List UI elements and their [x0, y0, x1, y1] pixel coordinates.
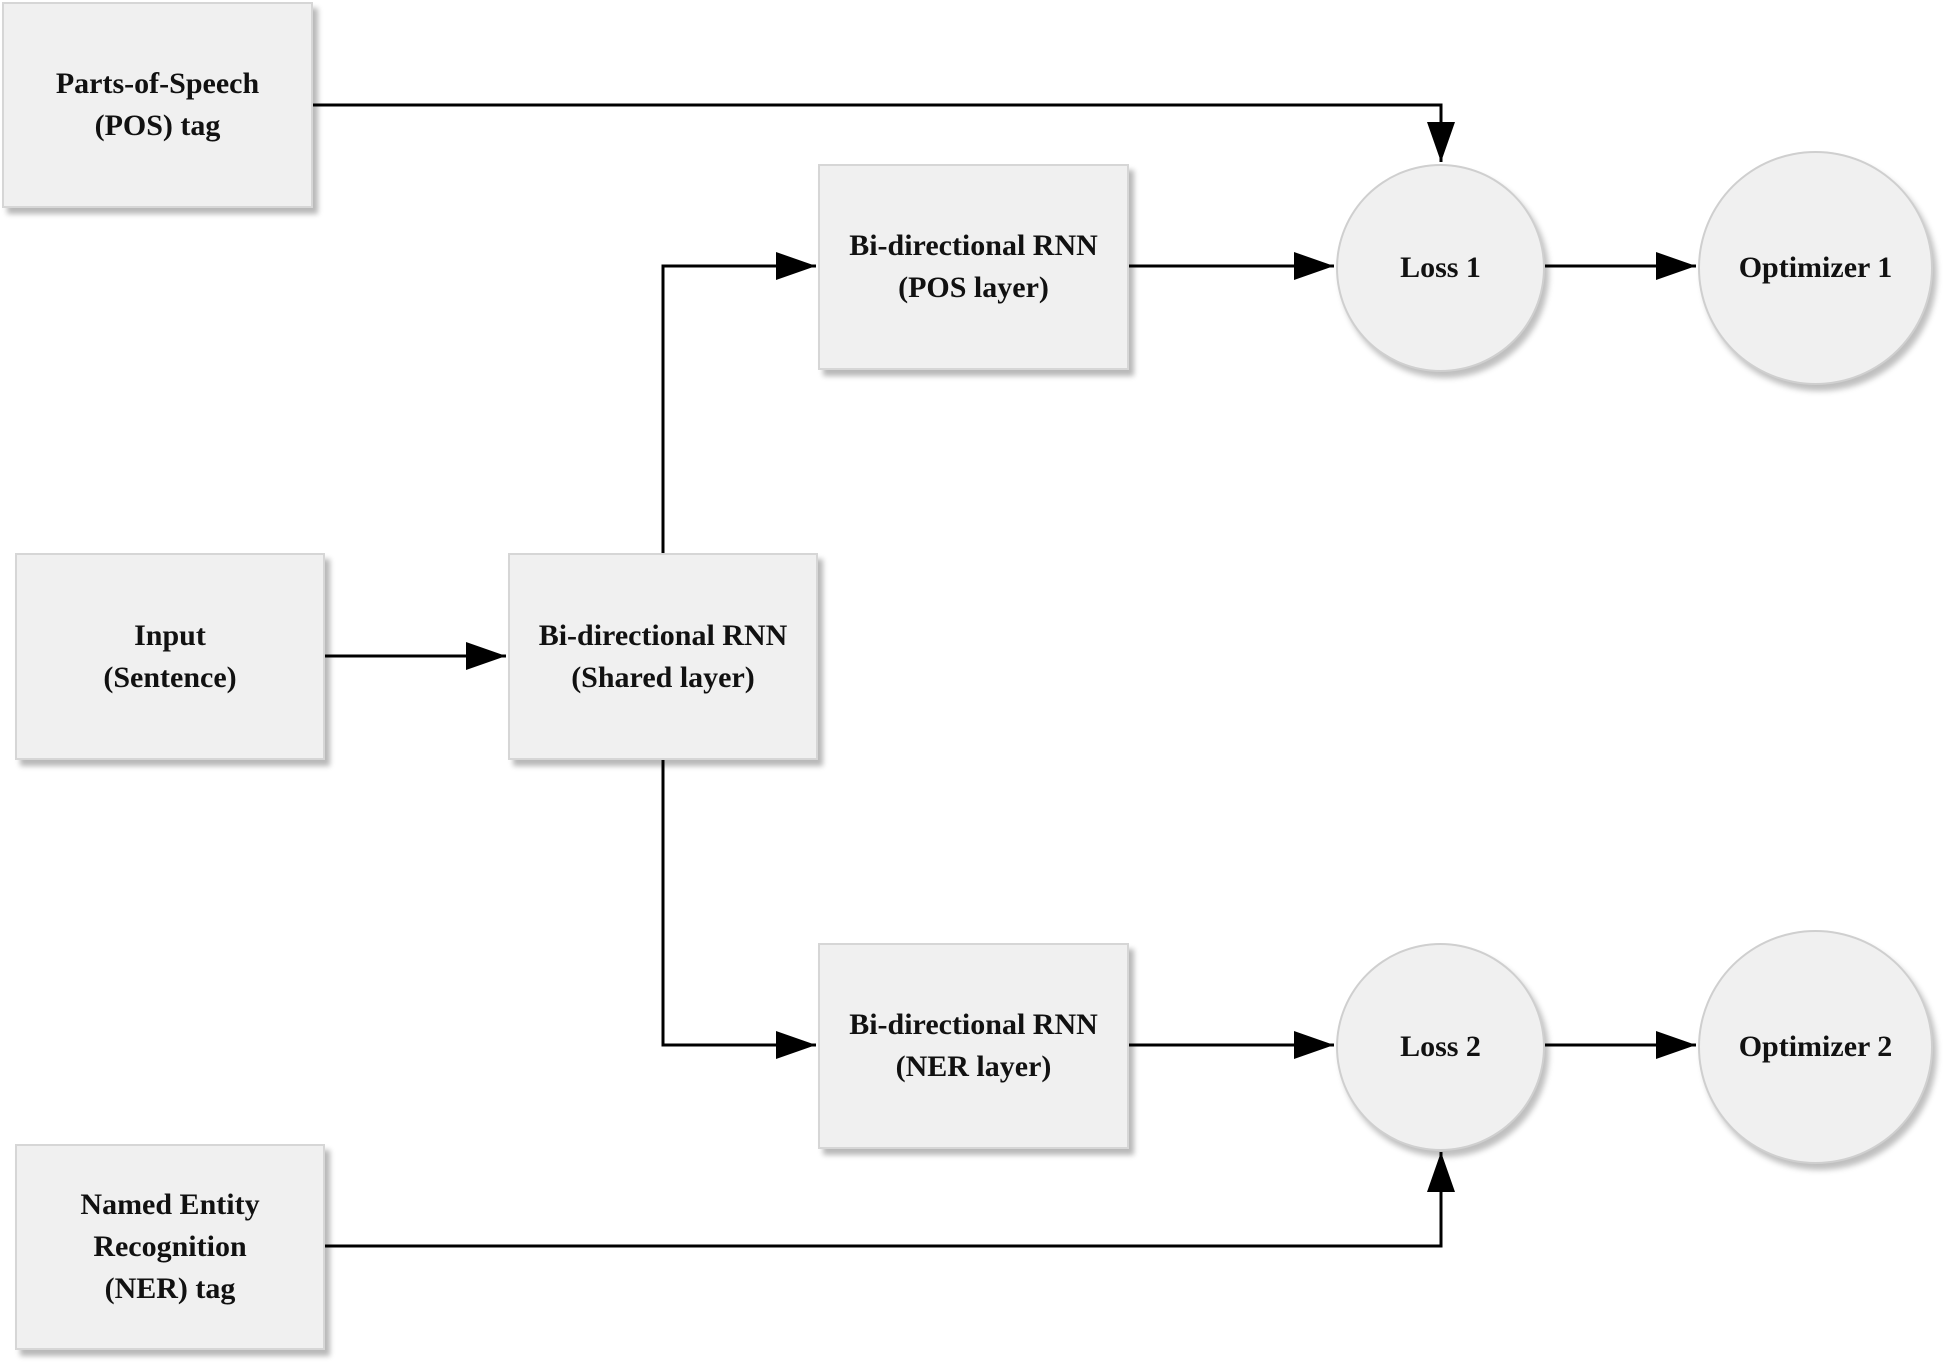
pos-layer-label-1: Bi-directional RNN [849, 229, 1098, 262]
ner-layer-node: Bi-directional RNN (NER layer) [818, 943, 1129, 1149]
ner-tag-label-2: Recognition [93, 1230, 247, 1263]
edge-pos-tag-to-loss1 [313, 103, 1455, 162]
loss2-label: Loss 2 [1400, 1030, 1481, 1063]
edge-shared-to-pos-layer [661, 252, 816, 553]
pos-tag-node: Parts-of-Speech (POS) tag [2, 2, 313, 208]
edge-ner-tag-to-loss2 [325, 1152, 1455, 1248]
pos-tag-label-1: Parts-of-Speech [55, 67, 260, 100]
optimizer1-label: Optimizer 1 [1738, 251, 1893, 284]
shared-label-2: (Shared layer) [571, 660, 755, 694]
optimizer2-label: Optimizer 2 [1738, 1030, 1893, 1063]
ner-layer-label-2: (NER layer) [895, 1050, 1052, 1083]
shared-label-1: Bi-directional RNN [538, 618, 788, 652]
optimizer1-node: Optimizer 1 [1698, 151, 1933, 385]
loss2-node: Loss 2 [1336, 943, 1545, 1151]
ner-tag-label-3: (NER) tag [104, 1272, 236, 1305]
ner-tag-node: Named Entity Recognition (NER) tag [15, 1144, 325, 1350]
ner-layer-label-1: Bi-directional RNN [849, 1008, 1098, 1041]
optimizer2-node: Optimizer 2 [1698, 930, 1933, 1164]
input-label-2: (Sentence) [103, 660, 237, 694]
edge-shared-to-ner-layer [661, 760, 816, 1059]
loss1-label: Loss 1 [1400, 251, 1481, 284]
pos-layer-label-2: (POS layer) [898, 271, 1049, 304]
pos-tag-label-2: (POS) tag [94, 109, 221, 142]
shared-layer-node: Bi-directional RNN (Shared layer) [508, 553, 818, 760]
pos-layer-node: Bi-directional RNN (POS layer) [818, 164, 1129, 370]
input-label-1: Input [134, 618, 206, 652]
loss1-node: Loss 1 [1336, 164, 1545, 372]
input-node: Input (Sentence) [15, 553, 325, 760]
ner-tag-label-1: Named Entity [80, 1188, 260, 1221]
